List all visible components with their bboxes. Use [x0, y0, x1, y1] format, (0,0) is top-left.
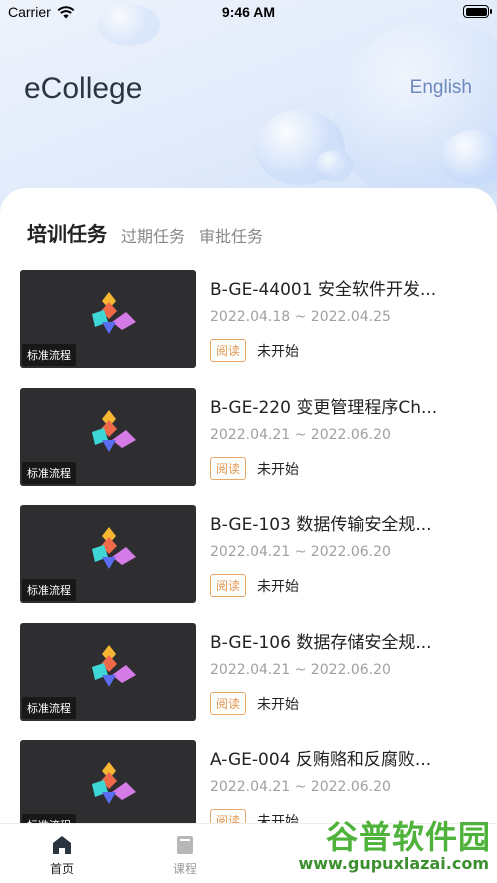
task-type-badge: 阅读: [210, 691, 247, 715]
course-thumbnail: 标准流程: [20, 270, 196, 368]
course-thumbnail: 标准流程: [20, 387, 196, 486]
app-title: eCollege: [24, 72, 143, 105]
course-thumbnail: 标准流程: [20, 505, 196, 603]
course-type-tag: 标准流程: [22, 696, 76, 719]
tab-bar-course-label: 课程: [172, 862, 197, 876]
task-type-badge: 阅读: [210, 456, 247, 480]
course-logo-icon: [92, 292, 136, 334]
course-type-tag: 标准流程: [22, 461, 76, 484]
task-title: B-GE-220 变更管理程序Ch...: [210, 397, 438, 418]
task-type-badge: 阅读: [210, 339, 247, 362]
status-bar: Carrier 9:46 AM: [0, 0, 497, 24]
status-time: 9:46 AM: [221, 4, 276, 20]
language-switch-button[interactable]: English: [410, 77, 472, 99]
tab-bar-home-label: 首页: [49, 862, 74, 876]
task-status: 未开始: [257, 344, 299, 360]
watermark-text: 谷普软件园: [325, 818, 491, 856]
tab-expired-tasks[interactable]: 过期任务: [121, 223, 185, 247]
battery-icon: [463, 5, 492, 18]
app-screen: Carrier 9:46 AM eCollege English 培训任务 过期…: [0, 0, 497, 883]
tab-bar-home[interactable]: 首页: [32, 834, 92, 877]
task-list: 标准流程 B-GE-44001 安全软件开发... 2022.04.18 ~ 2…: [20, 270, 480, 858]
task-status: 未开始: [257, 696, 299, 713]
book-icon: [177, 836, 193, 854]
course-thumbnail: 标准流程: [20, 622, 196, 721]
course-type-tag: 标准流程: [22, 579, 76, 601]
task-date-range: 2022.04.21 ~ 2022.06.20: [210, 779, 391, 795]
course-logo-icon: [92, 644, 136, 687]
tab-training-tasks[interactable]: 培训任务: [27, 218, 107, 247]
course-logo-icon: [92, 762, 136, 804]
course-type-tag: 标准流程: [22, 344, 76, 366]
task-title: B-GE-103 数据传输安全规...: [210, 515, 432, 535]
task-title: B-GE-106 数据存储安全规...: [210, 632, 432, 653]
task-date-range: 2022.04.21 ~ 2022.06.20: [210, 426, 391, 443]
home-icon: [53, 836, 71, 854]
site-watermark: 谷普软件园 www.gupuxlazai.com: [262, 808, 497, 883]
task-date-range: 2022.04.21 ~ 2022.06.20: [210, 544, 391, 560]
list-item[interactable]: 标准流程 B-GE-103 数据传输安全规... 2022.04.21 ~ 20…: [20, 505, 480, 623]
decor-bubble: [315, 150, 353, 182]
task-type-badge: 阅读: [210, 574, 247, 597]
list-item[interactable]: 标准流程 B-GE-44001 安全软件开发... 2022.04.18 ~ 2…: [20, 270, 480, 388]
task-title: B-GE-44001 安全软件开发...: [210, 280, 437, 300]
tab-bar-course[interactable]: 课程: [155, 834, 215, 877]
task-date-range: 2022.04.21 ~ 2022.06.20: [210, 661, 391, 678]
list-item[interactable]: 标准流程 B-GE-106 数据存储安全规... 2022.04.21 ~ 20…: [20, 622, 480, 741]
list-item[interactable]: 标准流程 B-GE-220 变更管理程序Ch... 2022.04.21 ~ 2…: [20, 387, 480, 506]
course-logo-icon: [92, 409, 136, 452]
task-tabs: 培训任务 过期任务 审批任务: [27, 218, 263, 247]
task-title: A-GE-004 反贿赂和反腐败...: [210, 750, 432, 770]
task-date-range: 2022.04.18 ~ 2022.04.25: [210, 309, 391, 325]
course-logo-icon: [92, 527, 136, 569]
header-background: [0, 0, 497, 220]
task-status: 未开始: [257, 461, 299, 478]
task-status: 未开始: [257, 579, 299, 595]
watermark-url: www.gupuxlazai.com: [298, 854, 489, 873]
tab-approval-tasks[interactable]: 审批任务: [199, 223, 263, 247]
